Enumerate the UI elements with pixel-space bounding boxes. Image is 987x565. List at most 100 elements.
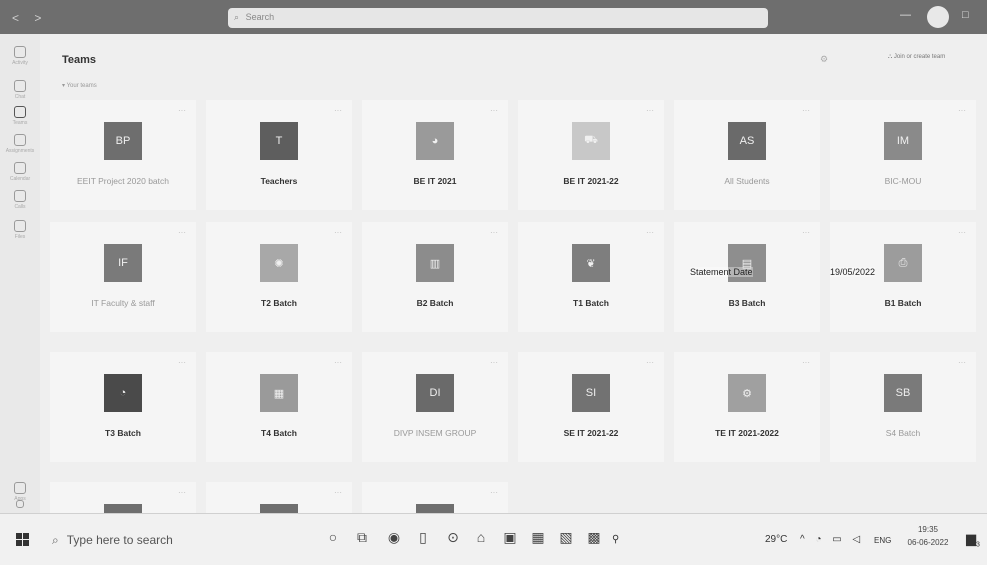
more-options-icon[interactable]: ··· <box>646 358 654 367</box>
rail-item-teams[interactable]: Teams <box>4 104 36 134</box>
settings-icon[interactable]: ⚙ <box>820 54 828 65</box>
file-explorer-icon[interactable]: ▯ <box>413 529 433 549</box>
more-options-icon[interactable]: ··· <box>958 106 966 115</box>
notification-count: 3 <box>976 541 980 549</box>
more-options-icon[interactable]: ··· <box>334 106 342 115</box>
team-card[interactable]: ··· ⛟ BE IT 2021-22 <box>518 100 664 210</box>
taskbar-clock[interactable]: 19:35 06-06-2022 <box>900 523 956 549</box>
team-name: S4 Batch <box>885 428 921 438</box>
team-card[interactable]: ··· ◕ BE IT 2021 <box>362 100 508 210</box>
more-options-icon[interactable]: ··· <box>334 228 342 237</box>
statement-date-label: Statement Date <box>690 267 753 277</box>
more-options-icon[interactable]: ··· <box>178 106 186 115</box>
team-card[interactable]: ··· ❦ T1 Batch <box>518 222 664 332</box>
teams-main: Teams ▾ Your teams ⚙ ⛬ Join or create te… <box>40 34 987 565</box>
chrome-icon[interactable]: ◉ <box>384 529 404 549</box>
search-icon: ⌕ <box>52 533 59 547</box>
forward-button[interactable]: > <box>34 11 47 25</box>
team-name: B3 Batch <box>728 298 766 308</box>
team-tile: DI <box>416 374 454 412</box>
team-card[interactable]: ··· SB S4 Batch <box>830 352 976 462</box>
people-icon[interactable]: ⚲ <box>612 534 619 545</box>
join-or-create-team-button[interactable]: ⛬ Join or create team <box>888 54 945 61</box>
weather-temp[interactable]: 29°C <box>765 534 787 545</box>
search-input[interactable]: ⌕ Search <box>228 8 768 28</box>
media-player-icon[interactable]: ⊙ <box>443 529 463 549</box>
clock-time: 19:35 <box>917 525 939 534</box>
team-name: T1 Batch <box>573 298 609 308</box>
store-icon[interactable]: ⌂ <box>471 529 491 549</box>
back-button[interactable]: < <box>12 11 25 25</box>
team-card[interactable]: ··· ▥ B2 Batch <box>362 222 508 332</box>
excel-icon[interactable]: ▩ <box>584 529 604 549</box>
rail-item-calls[interactable]: Calls <box>4 188 36 218</box>
rail-item-calendar[interactable]: Calendar <box>4 160 36 190</box>
team-card[interactable]: ··· T Teachers <box>206 100 352 210</box>
more-options-icon[interactable]: ··· <box>334 358 342 367</box>
minimize-button[interactable]: — <box>900 9 911 21</box>
more-options-icon[interactable]: ··· <box>646 106 654 115</box>
avatar[interactable] <box>927 6 949 28</box>
bell-icon <box>14 46 26 58</box>
cortana-icon[interactable]: ○ <box>323 529 343 549</box>
more-options-icon[interactable]: ··· <box>958 358 966 367</box>
more-options-icon[interactable]: ··· <box>178 358 186 367</box>
word-icon[interactable]: ▧ <box>556 529 576 549</box>
taskbar-search[interactable]: ⌕ Type here to search <box>48 526 248 554</box>
team-name: BIC-MOU <box>884 176 922 186</box>
team-tile: ✺ <box>260 244 298 282</box>
more-options-icon[interactable]: ··· <box>178 488 186 497</box>
notification-icon[interactable]: ▆3 <box>966 531 980 549</box>
task-view-icon[interactable]: ⧉ <box>352 529 372 549</box>
rail-label: Chat <box>14 94 26 100</box>
team-name: Teachers <box>260 176 298 186</box>
your-teams-toggle[interactable]: ▾ Your teams <box>62 82 97 89</box>
more-options-icon[interactable]: ··· <box>178 228 186 237</box>
team-name: BE IT 2021-22 <box>563 176 619 186</box>
rail-label: Activity <box>12 60 28 66</box>
team-tile: AS <box>728 122 766 160</box>
language-indicator[interactable]: ENG <box>874 536 891 545</box>
team-card[interactable]: ··· IF IT Faculty & staff <box>50 222 196 332</box>
rail-item-help[interactable] <box>4 500 36 512</box>
team-card[interactable]: ··· SI SE IT 2021-22 <box>518 352 664 462</box>
chat-icon <box>14 80 26 92</box>
more-options-icon[interactable]: ··· <box>802 358 810 367</box>
tray-icons[interactable]: ^ ◔ ▭ ◁ <box>800 534 864 545</box>
more-options-icon[interactable]: ··· <box>802 228 810 237</box>
more-options-icon[interactable]: ··· <box>334 488 342 497</box>
photos-icon[interactable]: ▣ <box>500 529 520 549</box>
team-card[interactable]: ··· IM BIC-MOU <box>830 100 976 210</box>
statement-date-value: 19/05/2022 <box>830 267 876 277</box>
nav-arrows[interactable]: < > <box>12 11 47 25</box>
team-card[interactable]: ··· ▦ T4 Batch <box>206 352 352 462</box>
title-bar: < > ⌕ Search — □ <box>0 0 987 34</box>
more-options-icon[interactable]: ··· <box>490 106 498 115</box>
team-card[interactable]: ··· BP EEIT Project 2020 batch <box>50 100 196 210</box>
more-options-icon[interactable]: ··· <box>646 228 654 237</box>
team-card[interactable]: ··· ⚙ TE IT 2021-2022 <box>674 352 820 462</box>
rail-item-activity[interactable]: Activity <box>4 44 36 74</box>
rail-item-files[interactable]: Files <box>4 218 36 248</box>
more-options-icon[interactable]: ··· <box>490 358 498 367</box>
more-options-icon[interactable]: ··· <box>490 488 498 497</box>
taskbar-search-text: Type here to search <box>66 533 173 547</box>
team-card[interactable]: ··· ▤ B3 Batch <box>674 222 820 332</box>
team-card[interactable]: ··· ⎙ B1 Batch <box>830 222 976 332</box>
team-tile: BP <box>104 122 142 160</box>
team-card[interactable]: ··· DI DIVP INSEM GROUP <box>362 352 508 462</box>
more-options-icon[interactable]: ··· <box>490 228 498 237</box>
more-options-icon[interactable]: ··· <box>958 228 966 237</box>
team-card[interactable]: ··· ◔ T3 Batch <box>50 352 196 462</box>
team-tile: IF <box>104 244 142 282</box>
more-options-icon[interactable]: ··· <box>802 106 810 115</box>
rail-item-assignments[interactable]: Assignments <box>4 132 36 162</box>
team-card[interactable]: ··· AS All Students <box>674 100 820 210</box>
windows-start-icon[interactable] <box>16 533 29 546</box>
team-card[interactable]: ··· ✺ T2 Batch <box>206 222 352 332</box>
team-tile: ⎙ <box>884 244 922 282</box>
maximize-button[interactable]: □ <box>962 9 969 21</box>
teams-taskbar-icon[interactable]: ▦ <box>528 529 548 549</box>
team-tile: T <box>260 122 298 160</box>
team-tile: ▥ <box>416 244 454 282</box>
